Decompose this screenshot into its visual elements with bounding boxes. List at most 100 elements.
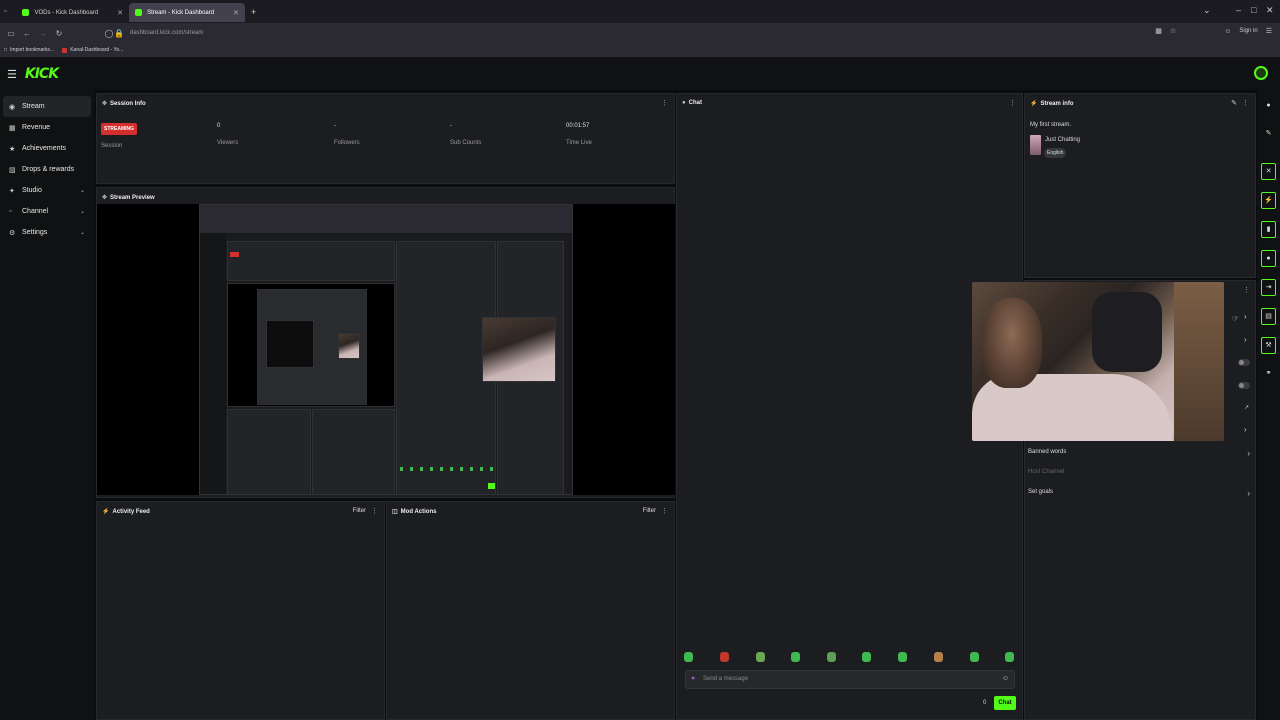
user-avatar[interactable] bbox=[1254, 66, 1268, 80]
bookmarks-bar: □ Import bookmarks... Kanal-Dashboard - … bbox=[0, 43, 1280, 58]
browser-tab-stream[interactable]: Stream - Kick Dashboard ✕ bbox=[129, 3, 245, 22]
folder-icon: □ bbox=[4, 47, 8, 53]
youtube-icon bbox=[62, 47, 68, 53]
rail-button-lightning[interactable]: ⚡ bbox=[1261, 192, 1276, 209]
emote-icon[interactable] bbox=[720, 652, 729, 662]
more-options-icon[interactable]: ⋮ bbox=[1243, 286, 1250, 294]
sidebar-item-drops[interactable]: ▨ Drops & rewards bbox=[3, 159, 91, 180]
more-options-icon[interactable]: ⋮ bbox=[1009, 99, 1016, 107]
back-icon[interactable]: ← bbox=[22, 29, 32, 38]
external-link-icon[interactable]: ↗ bbox=[1244, 404, 1249, 411]
close-tab-icon[interactable]: ✕ bbox=[117, 9, 123, 17]
chevron-right-icon[interactable]: › bbox=[1244, 425, 1247, 434]
circle-icon[interactable]: ● bbox=[1261, 98, 1276, 113]
rail-button-close[interactable]: ✕ bbox=[1261, 163, 1276, 180]
shield-icon[interactable]: ◯ bbox=[104, 29, 114, 38]
chevron-right-icon[interactable]: › bbox=[1244, 335, 1247, 344]
rail-button-skip[interactable]: ⇥ bbox=[1261, 279, 1276, 296]
sidebar-item-label: Studio bbox=[22, 187, 42, 194]
sidebar-item-achievements[interactable]: ★ Achievements bbox=[3, 138, 91, 159]
time-live-value: 00:01:57 bbox=[566, 123, 590, 129]
sidebar-item-channel[interactable]: ▫ Channel ⌄ bbox=[3, 201, 91, 222]
emote-icon[interactable] bbox=[756, 652, 765, 662]
webcam-overlay[interactable] bbox=[972, 282, 1224, 441]
kick-logo[interactable]: KICK bbox=[25, 66, 59, 82]
url-field[interactable]: dashboard.kick.com/stream bbox=[130, 30, 203, 36]
drag-handle-icon[interactable]: ✥ bbox=[102, 100, 107, 107]
account-icon[interactable]: ☺ bbox=[1224, 28, 1231, 35]
filter-button[interactable]: Filter bbox=[643, 508, 656, 514]
chat-input[interactable]: ● Send a message ☺ bbox=[685, 670, 1015, 689]
mini-sidebar bbox=[200, 233, 226, 494]
emote-icon[interactable] bbox=[970, 652, 979, 662]
emoji-icon[interactable]: ☺ bbox=[1002, 675, 1009, 682]
emote-icon[interactable] bbox=[827, 652, 836, 662]
reload-icon[interactable]: ↻ bbox=[54, 29, 64, 38]
toggle-switch[interactable] bbox=[1238, 359, 1250, 366]
chat-panel: ● Chat ⋮ bbox=[676, 93, 1023, 720]
sign-in-link[interactable]: Sign in bbox=[1239, 28, 1257, 34]
browser-tab-vods[interactable]: VODs - Kick Dashboard ✕ bbox=[16, 3, 129, 22]
bookmark-kanal-dashboard[interactable]: Kanal-Dashboard - Yo... bbox=[62, 47, 123, 53]
chevron-down-icon: ⌄ bbox=[79, 230, 85, 236]
set-goals-row[interactable]: Set goals › bbox=[1026, 489, 1254, 503]
row-label: Host Channel bbox=[1028, 469, 1065, 475]
rail-button-trash[interactable]: ▮ bbox=[1261, 221, 1276, 238]
more-options-icon[interactable]: ⋮ bbox=[661, 507, 668, 515]
rail-button-list[interactable]: ▤ bbox=[1261, 308, 1276, 325]
translate-icon[interactable]: ▦ bbox=[1155, 27, 1162, 35]
emote-icon[interactable] bbox=[934, 652, 943, 662]
char-count: 0 bbox=[983, 700, 987, 706]
forward-icon[interactable]: → bbox=[38, 29, 48, 38]
link-icon[interactable]: ⚭ bbox=[1261, 366, 1276, 381]
hamburger-menu-icon[interactable]: ☰ bbox=[7, 68, 17, 81]
sidebar-item-revenue[interactable]: ▦ Revenue bbox=[3, 117, 91, 138]
mini-activity-panel bbox=[227, 409, 311, 494]
mic-icon[interactable]: ● bbox=[691, 675, 695, 682]
bookmark-label: Kanal-Dashboard - Yo... bbox=[70, 47, 124, 53]
session-label: Session bbox=[101, 143, 123, 149]
sidebar-item-studio[interactable]: ✦ Studio ⌄ bbox=[3, 180, 91, 201]
browser-tab-bar: ▫ VODs - Kick Dashboard ✕ Stream - Kick … bbox=[0, 0, 1280, 23]
channel-icon: ▫ bbox=[9, 208, 12, 215]
chevron-right-icon[interactable]: › bbox=[1244, 312, 1247, 321]
window-menu-icon[interactable]: ▫ bbox=[4, 8, 6, 15]
row-label: Banned words bbox=[1028, 449, 1067, 455]
more-options-icon[interactable]: ⋮ bbox=[1242, 99, 1249, 107]
new-tab-button[interactable]: + bbox=[251, 7, 256, 17]
close-window-icon[interactable]: ✕ bbox=[1266, 5, 1274, 16]
more-options-icon[interactable]: ⋮ bbox=[371, 507, 378, 515]
maximize-icon[interactable]: □ bbox=[1251, 5, 1256, 15]
activity-feed-panel: ⚡ Activity Feed Filter ⋮ bbox=[96, 501, 385, 720]
toggle-switch[interactable] bbox=[1238, 382, 1250, 389]
drag-handle-icon[interactable]: ✥ bbox=[102, 194, 107, 201]
rail-button-wrench[interactable]: ⚒ bbox=[1261, 337, 1276, 354]
emote-icon[interactable] bbox=[898, 652, 907, 662]
right-quick-actions-rail: ● ✎ ✕ ⚡ ▮ ● ⇥ ▤ ⚒ ⚭ bbox=[1257, 90, 1280, 720]
chevron-down-icon: ⌄ bbox=[79, 188, 85, 194]
more-options-icon[interactable]: ⋮ bbox=[661, 99, 668, 107]
rail-button-chat[interactable]: ● bbox=[1261, 250, 1276, 267]
close-tab-icon[interactable]: ✕ bbox=[233, 9, 239, 17]
chevron-right-icon: › bbox=[1247, 489, 1250, 498]
emote-icon[interactable] bbox=[1005, 652, 1014, 662]
chat-placeholder: Send a message bbox=[703, 676, 749, 682]
sidebar-item-settings[interactable]: ⚙ Settings ⌄ bbox=[3, 222, 91, 243]
chat-send-button[interactable]: Chat bbox=[994, 696, 1016, 710]
filter-button[interactable]: Filter bbox=[353, 508, 366, 514]
emote-icon[interactable] bbox=[791, 652, 800, 662]
bookmark-import[interactable]: □ Import bookmarks... bbox=[4, 47, 54, 53]
bookmark-star-icon[interactable]: ☆ bbox=[1170, 27, 1176, 35]
sidebar-toggle-icon[interactable]: ▭ bbox=[6, 29, 16, 38]
minimize-icon[interactable]: – bbox=[1236, 5, 1241, 15]
sidebar-item-stream[interactable]: ◉ Stream bbox=[3, 96, 91, 117]
emote-icon[interactable] bbox=[862, 652, 871, 662]
banned-words-row[interactable]: Banned words › bbox=[1026, 449, 1254, 463]
emote-icon[interactable] bbox=[684, 652, 693, 662]
menu-icon[interactable]: ☰ bbox=[1266, 27, 1272, 35]
edit-pencil-icon[interactable]: ✎ bbox=[1231, 99, 1237, 107]
time-live-label: Time Live bbox=[566, 140, 592, 146]
tab-list-icon[interactable]: ⌄ bbox=[1203, 5, 1211, 16]
pencil-icon[interactable]: ✎ bbox=[1261, 126, 1276, 141]
host-channel-row: Host Channel bbox=[1026, 469, 1254, 483]
